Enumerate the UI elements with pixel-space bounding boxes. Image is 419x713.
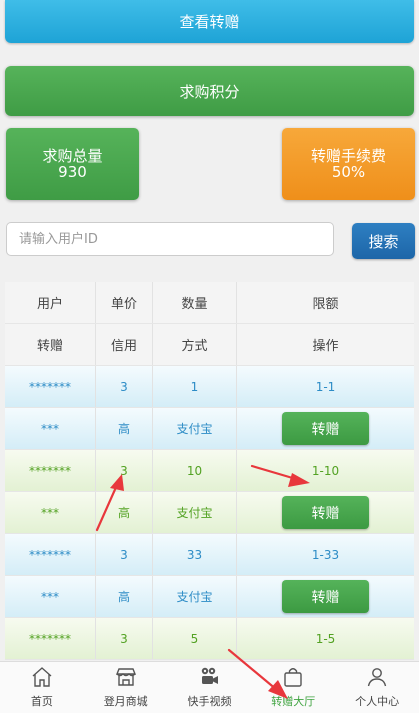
total-purchase-card: 求购总量 930	[6, 128, 139, 200]
header-credit: 信用	[96, 324, 153, 365]
table-row: *** 高 支付宝 转赠	[5, 492, 414, 534]
cell-method: 支付宝	[153, 492, 237, 533]
cell-transfer: ***	[5, 576, 96, 617]
cell-method: 支付宝	[153, 408, 237, 449]
transfer-button[interactable]: 转赠	[282, 412, 369, 445]
cell-user: *******	[5, 618, 96, 659]
cell-limit: 1-10	[311, 463, 340, 478]
offers-table: 用户 单价 数量 限额 转赠 信用 方式 操作 ******* 3 1 1-1 …	[5, 282, 414, 660]
cell-action: 转赠	[237, 408, 414, 449]
cell-user: *******	[5, 534, 96, 575]
user-icon	[364, 664, 390, 690]
video-camera-icon	[196, 664, 222, 690]
cell-limit: 1-1	[315, 379, 336, 394]
tab-home[interactable]: 首页	[0, 662, 84, 713]
cell-credit: 高	[96, 408, 153, 449]
tab-video[interactable]: 快手视频	[168, 662, 252, 713]
tab-home-label: 首页	[30, 695, 53, 708]
cell-quantity: 10	[153, 450, 237, 491]
tab-profile[interactable]: 个人中心	[335, 662, 419, 713]
header-action: 操作	[312, 339, 339, 354]
cell-action: 转赠	[237, 576, 414, 617]
total-purchase-label: 求购总量	[42, 147, 103, 165]
cell-user: *******	[5, 450, 96, 491]
transfer-button[interactable]: 转赠	[282, 580, 369, 613]
cell-transfer: ***	[5, 492, 96, 533]
header-transfer: 转赠	[5, 324, 96, 365]
cell-price: 3	[96, 534, 153, 575]
tab-video-label: 快手视频	[187, 695, 232, 708]
cell-price: 3	[96, 450, 153, 491]
table-row: ******* 3 1 1-1	[5, 366, 414, 408]
header-price: 单价	[96, 282, 153, 323]
cell-credit: 高	[96, 492, 153, 533]
tab-transfer-hall-label: 转赠大厅	[271, 695, 316, 708]
table-header-row: 用户 单价 数量 限额	[5, 282, 414, 324]
transfer-fee-card: 转赠手续费 50%	[282, 128, 415, 200]
search-button[interactable]: 搜索	[352, 223, 415, 259]
cell-quantity: 33	[153, 534, 237, 575]
total-purchase-value: 930	[58, 163, 87, 181]
cell-limit: 1-5	[315, 631, 336, 646]
cell-method: 支付宝	[153, 576, 237, 617]
table-row: ******* 3 33 1-33	[5, 534, 414, 576]
buy-points-button[interactable]: 求购积分	[5, 66, 414, 116]
tab-transfer-hall[interactable]: 转赠大厅	[251, 662, 335, 713]
table-row: ******* 3 10 1-10	[5, 450, 414, 492]
home-icon	[29, 664, 55, 690]
transfer-fee-label: 转赠手续费	[310, 147, 386, 165]
bottom-tab-bar: 首页 登月商城 快手视频 转赠大厅 个人中心	[0, 661, 419, 713]
cell-transfer: ***	[5, 408, 96, 449]
transfer-button[interactable]: 转赠	[282, 496, 369, 529]
cell-user: *******	[5, 366, 96, 407]
header-method: 方式	[153, 324, 237, 365]
view-transfers-button[interactable]: 查看转赠	[5, 0, 414, 43]
cell-action: 转赠	[237, 492, 414, 533]
header-quantity: 数量	[153, 282, 237, 323]
tab-mall-label: 登月商城	[103, 695, 148, 708]
cell-quantity: 5	[153, 618, 237, 659]
cell-price: 3	[96, 618, 153, 659]
header-limit: 限额	[312, 297, 339, 312]
cell-limit: 1-33	[311, 547, 340, 562]
tab-mall[interactable]: 登月商城	[84, 662, 168, 713]
shopping-bag-icon	[280, 664, 306, 690]
transfer-fee-value: 50%	[331, 163, 366, 181]
table-row: ******* 3 5 1-5	[5, 618, 414, 660]
header-user: 用户	[5, 282, 96, 323]
store-icon	[113, 664, 139, 690]
user-id-search-input[interactable]	[6, 222, 334, 256]
table-row: *** 高 支付宝 转赠	[5, 576, 414, 618]
table-header-row-2: 转赠 信用 方式 操作	[5, 324, 414, 366]
cell-quantity: 1	[153, 366, 237, 407]
cell-credit: 高	[96, 576, 153, 617]
table-row: *** 高 支付宝 转赠	[5, 408, 414, 450]
tab-profile-label: 个人中心	[355, 695, 400, 708]
cell-price: 3	[96, 366, 153, 407]
